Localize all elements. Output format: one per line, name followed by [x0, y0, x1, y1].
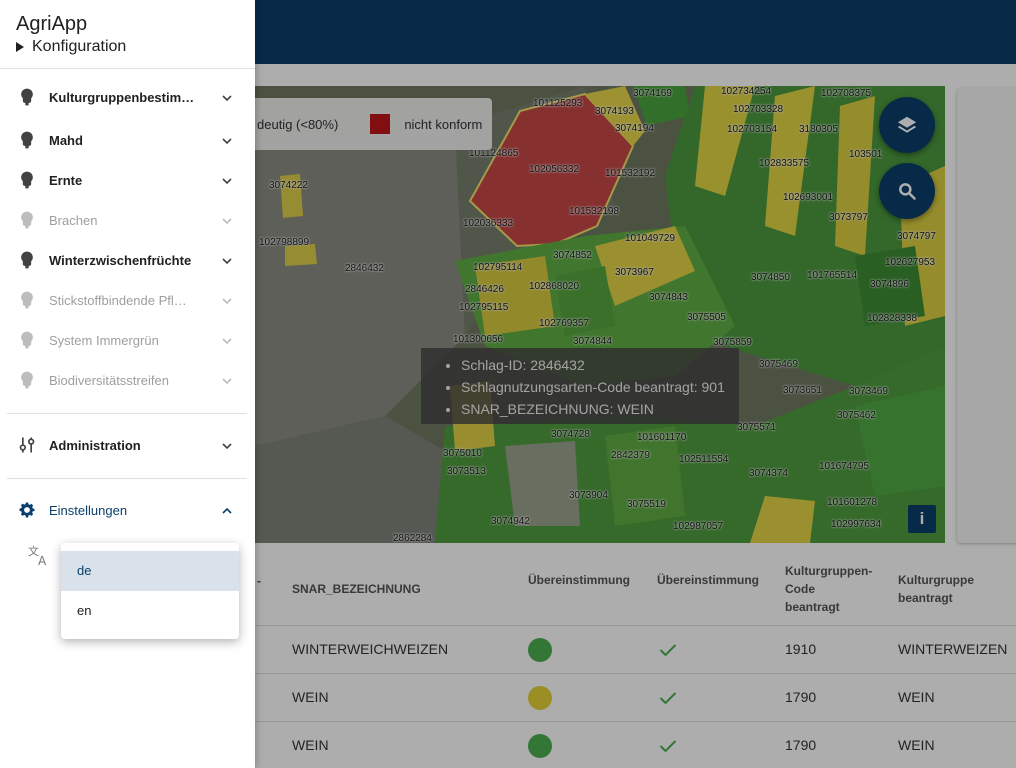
divider — [7, 413, 247, 414]
brain-icon — [21, 171, 33, 189]
navigation-drawer: AgriApp Konfiguration Kulturgruppenbesti… — [0, 0, 255, 768]
brain-icon — [21, 251, 33, 269]
nav-label: System Immergrün — [49, 332, 159, 348]
nav-item-einstellungen[interactable]: Einstellungen — [0, 490, 255, 530]
brain-icon — [21, 88, 33, 106]
chevron-down-icon — [222, 378, 232, 385]
nav-item-mahd[interactable]: Mahd — [0, 120, 255, 160]
nav-label: Mahd — [49, 132, 83, 148]
brain-icon — [21, 131, 33, 149]
nav-item-kulturgruppen[interactable]: Kulturgruppenbestim… — [0, 77, 255, 117]
nav-label: Biodiversitätsstreifen — [49, 372, 169, 388]
gear-icon — [19, 502, 35, 518]
sliders-icon — [19, 437, 35, 453]
svg-text:A: A — [38, 554, 47, 567]
nav-item-biodiversitaet: Biodiversitätsstreifen — [0, 360, 255, 400]
language-menu: de en — [61, 543, 239, 639]
nav-label: Stickstoffbindende Pfl… — [49, 292, 187, 308]
brain-icon — [21, 371, 33, 389]
language-option-de[interactable]: de — [61, 551, 239, 591]
nav-label: Einstellungen — [49, 502, 128, 518]
chevron-down-icon — [222, 338, 232, 345]
divider — [0, 68, 255, 69]
config-label: Konfiguration — [32, 38, 127, 55]
nav-item-brachen: Brachen — [0, 200, 255, 240]
config-toggle[interactable]: Konfiguration — [16, 38, 126, 56]
nav-label: Brachen — [49, 212, 98, 228]
nav-item-ernte[interactable]: Ernte — [0, 160, 255, 200]
chevron-down-icon — [222, 95, 232, 102]
nav-item-stickstoff: Stickstoffbindende Pfl… — [0, 280, 255, 320]
chevron-up-icon — [222, 507, 232, 514]
chevron-down-icon — [222, 298, 232, 305]
nav-label: Administration — [49, 437, 141, 453]
app-title: AgriApp — [16, 13, 88, 35]
nav-item-winterzwischenfruechte[interactable]: Winterzwischenfrüchte — [0, 240, 255, 280]
nav-item-administration[interactable]: Administration — [0, 425, 255, 465]
language-option-en[interactable]: en — [61, 591, 239, 631]
chevron-down-icon — [222, 178, 232, 185]
chevron-down-icon — [222, 138, 232, 145]
brain-icon — [21, 331, 33, 349]
expand-triangle-icon — [16, 42, 24, 52]
divider — [7, 478, 247, 479]
translate-icon: 文 A — [28, 544, 47, 567]
nav-label: Kulturgruppenbestim… — [49, 89, 195, 105]
chevron-down-icon — [222, 258, 232, 265]
chevron-down-icon — [222, 443, 232, 450]
nav-label: Winterzwischenfrüchte — [49, 252, 192, 268]
brain-icon — [21, 291, 33, 309]
chevron-down-icon — [222, 218, 232, 225]
nav-label: Ernte — [49, 172, 83, 188]
brain-icon — [21, 211, 33, 229]
nav-item-system-immergruen: System Immergrün — [0, 320, 255, 360]
